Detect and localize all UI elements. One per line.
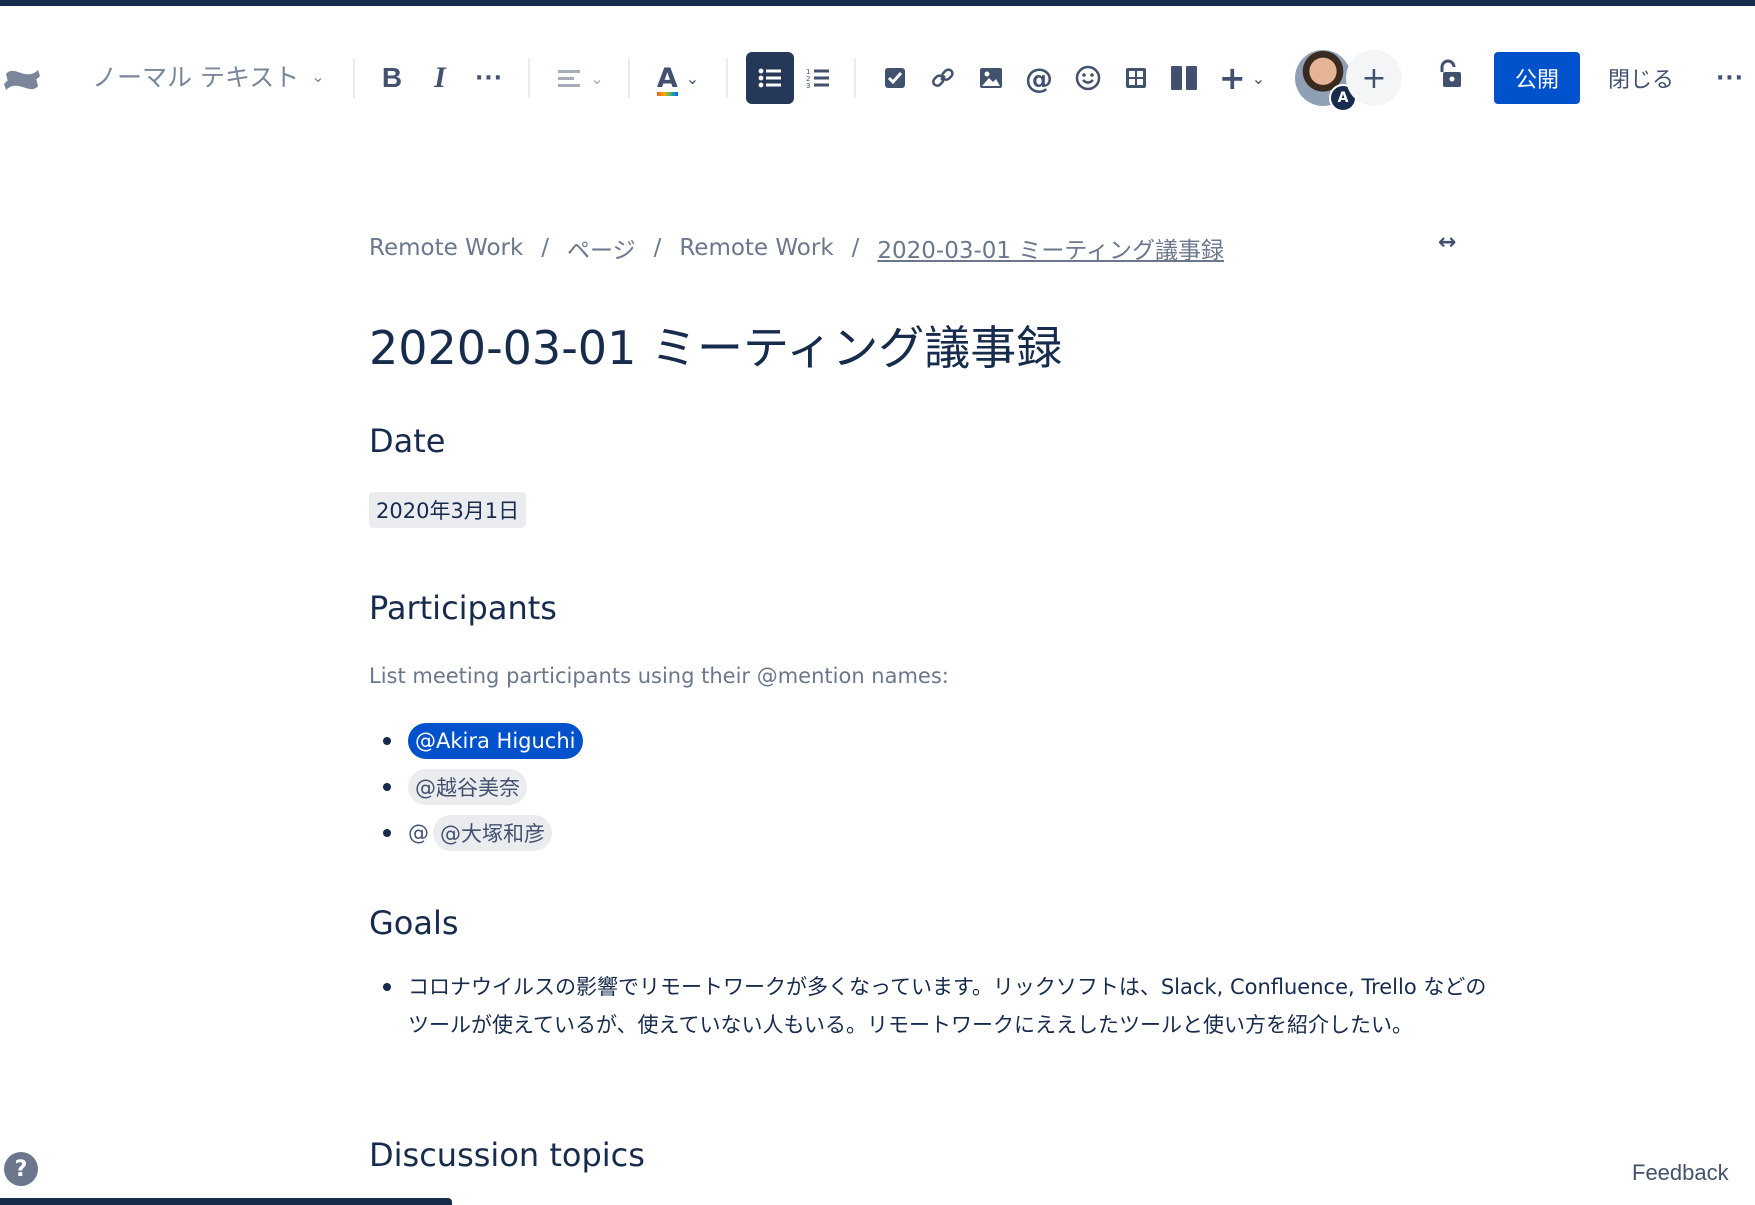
text-style-dropdown[interactable]: ノーマル テキスト ⌄ [92,54,325,98]
page-title[interactable]: 2020-03-01 ミーティング議事録 [369,312,1062,378]
breadcrumb-item[interactable]: ページ [567,231,636,265]
mention-chip[interactable]: @大塚和彦 [433,815,552,851]
table-button[interactable] [1114,56,1158,100]
publish-button[interactable]: 公開 [1494,52,1580,104]
bullet-list-icon [758,68,781,88]
feedback-button[interactable]: Feedback [1632,1160,1729,1186]
restrictions-button[interactable] [1428,52,1472,96]
alignment-dropdown[interactable]: ⌄ [553,56,609,100]
link-button[interactable] [921,56,965,100]
bold-button[interactable]: B [370,56,414,100]
participants-list: @Akira Higuchi @越谷美奈 @ @大塚和彦 [383,718,583,856]
bullet-icon [383,829,391,837]
svg-text:3: 3 [806,82,810,89]
toolbar-divider [628,58,630,98]
mention-prefix: @ [408,821,429,845]
breadcrumb-item[interactable]: Remote Work [369,235,523,261]
bullet-icon [383,737,391,745]
mention-button[interactable]: @ [1017,56,1061,100]
expand-width-icon[interactable]: ↔ [1438,230,1456,255]
breadcrumb-separator: / [851,235,860,261]
plus-icon: + [1361,60,1387,96]
date-heading: Date [369,422,446,460]
breadcrumb-item[interactable]: Remote Work [679,235,833,261]
chevron-down-icon: ⌄ [590,68,604,88]
invite-button[interactable]: + [1346,50,1402,106]
columns-icon [1171,66,1197,90]
text-color-dropdown[interactable]: A ⌄ [648,56,708,100]
plus-icon: + [1218,59,1246,97]
chevron-down-icon: ⌄ [685,68,700,88]
mention-chip[interactable]: @越谷美奈 [408,769,527,805]
breadcrumb: Remote Work / ページ / Remote Work / 2020-0… [369,231,1224,265]
close-button[interactable]: 閉じる [1596,52,1686,104]
numbered-list-button[interactable]: 123 [796,56,840,100]
goals-text[interactable]: コロナウイルスの影響でリモートワークが多くなっています。リックソフトは、Slac… [383,968,1495,1044]
date-lozenge[interactable]: 2020年3月1日 [369,492,527,528]
numbered-list-icon: 123 [806,68,829,89]
bullet-icon [383,783,391,791]
breadcrumb-separator: / [653,235,662,261]
image-button[interactable] [969,56,1013,100]
toolbar-divider [353,58,355,98]
italic-button[interactable]: I [418,56,462,100]
toolbar-divider [726,58,728,98]
goals-heading: Goals [369,904,459,942]
emoji-icon [1075,65,1101,91]
align-left-icon [558,70,581,87]
mention-chip[interactable]: @Akira Higuchi [408,723,583,759]
toolbar-divider [528,58,530,98]
discussion-heading: Discussion topics [369,1136,645,1174]
toolbar-divider [854,58,856,98]
bullet-icon [383,983,391,991]
confluence-logo-icon[interactable] [0,58,44,102]
editor-toolbar: ノーマル テキスト ⌄ B I ··· ⌄ A ⌄ 123 @ + ⌄ A + … [0,6,1755,138]
emoji-button[interactable] [1066,56,1110,100]
avatar[interactable]: A [1295,50,1357,112]
help-button[interactable]: ? [4,1152,38,1186]
insert-dropdown[interactable]: + ⌄ [1212,56,1272,100]
text-style-label: ノーマル テキスト [92,63,300,92]
at-sign-icon: @ [1025,61,1053,95]
participants-hint: List meeting participants using their @m… [369,664,949,688]
more-actions-button[interactable]: ··· [1708,56,1752,100]
list-item: コロナウイルスの影響でリモートワークが多くなっています。リックソフトは、Slac… [383,968,1495,1044]
list-item: @Akira Higuchi [383,718,583,764]
link-icon [932,68,954,87]
list-item: @ @大塚和彦 [383,810,583,856]
chevron-down-icon: ⌄ [311,66,325,86]
scrollbar[interactable] [0,1198,452,1205]
unlock-icon [1440,59,1461,87]
layout-button[interactable] [1162,56,1206,100]
table-icon [1126,68,1146,88]
more-formatting-button[interactable]: ··· [467,56,511,100]
breadcrumb-current[interactable]: 2020-03-01 ミーティング議事録 [877,231,1224,265]
breadcrumb-separator: / [541,235,550,261]
bullet-list-button[interactable] [746,52,794,104]
checkbox-icon [885,68,905,88]
action-item-button[interactable] [873,56,917,100]
image-icon [980,68,1002,88]
list-item: @越谷美奈 [383,764,583,810]
chevron-down-icon: ⌄ [1251,68,1266,88]
participants-heading: Participants [369,589,557,627]
text-color-icon: A [656,62,678,96]
